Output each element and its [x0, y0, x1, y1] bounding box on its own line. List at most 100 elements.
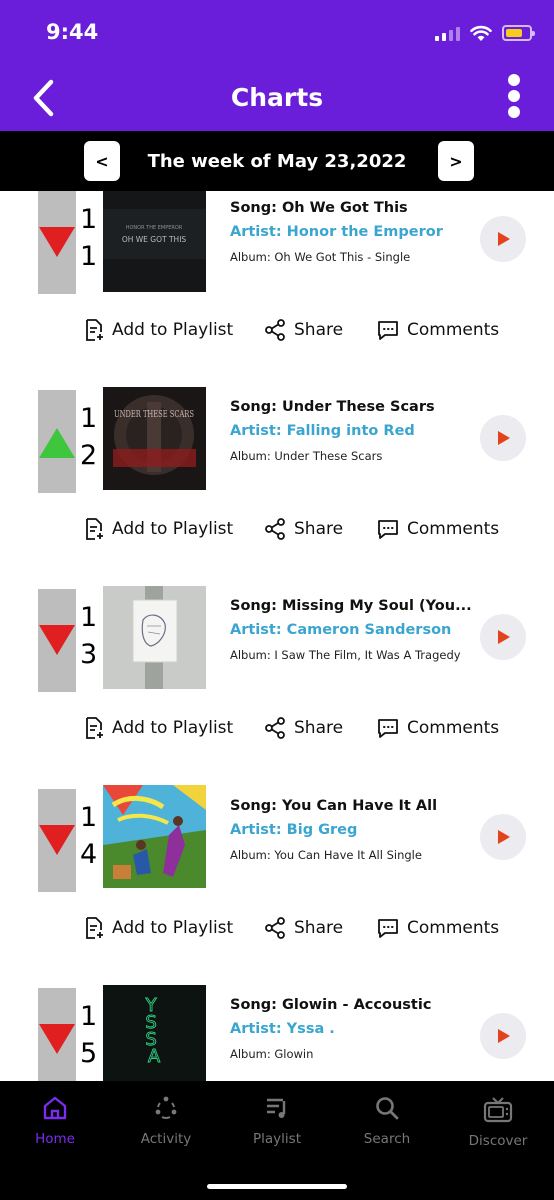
- comments-icon: [378, 321, 398, 340]
- tab-home[interactable]: Home: [10, 1095, 100, 1147]
- share-label: Share: [294, 718, 344, 738]
- share-icon: [265, 717, 285, 739]
- album-name: Album: Oh We Got This - Single: [230, 250, 411, 264]
- playlist-icon: [267, 1098, 286, 1118]
- chart-entry: 1 4 Song: You Can Have It All Artist: Bi…: [0, 785, 554, 989]
- album-art[interactable]: [103, 785, 206, 888]
- add-playlist-icon: [86, 319, 103, 341]
- search-icon: [376, 1097, 399, 1120]
- share-button[interactable]: Share: [264, 913, 343, 943]
- page-title: Charts: [230, 83, 324, 112]
- album-art-text: Y S S A: [145, 995, 163, 1067]
- tab-discover[interactable]: Discover: [453, 1095, 543, 1149]
- rank-digit: 1: [80, 1001, 98, 1032]
- chart-list[interactable]: 1 1 HONOR THE EMPEROR OH WE GOT THIS Son…: [0, 191, 554, 1081]
- share-label: Share: [294, 320, 344, 340]
- week-selector: < The week of May 23,2022 >: [0, 131, 554, 191]
- tab-label: Activity: [140, 1131, 192, 1147]
- tab-search[interactable]: Search: [342, 1095, 432, 1147]
- comments-label: Comments: [407, 320, 500, 340]
- more-options-button[interactable]: [504, 74, 524, 118]
- tab-playlist[interactable]: Playlist: [232, 1095, 322, 1147]
- add-to-playlist-label: Add to Playlist: [112, 519, 234, 539]
- album-art[interactable]: Y S S A: [103, 985, 206, 1081]
- rank-digit: 4: [80, 839, 98, 870]
- comments-button[interactable]: Comments: [377, 315, 499, 345]
- artist-link[interactable]: Artist: Big Greg: [230, 822, 357, 838]
- previous-week-button[interactable]: <: [84, 141, 120, 181]
- chart-entry: 1 3 Song: Missing My Soul (You... Artist…: [0, 586, 554, 789]
- next-week-button[interactable]: >: [438, 141, 474, 181]
- album-art-image: [103, 586, 206, 689]
- album-art-text: UNDER THESE SCARS: [114, 410, 194, 420]
- comments-icon: [378, 919, 398, 938]
- add-to-playlist-button[interactable]: Add to Playlist: [84, 713, 233, 743]
- add-to-playlist-label: Add to Playlist: [112, 320, 234, 340]
- album-name: Album: Under These Scars: [230, 449, 383, 463]
- add-playlist-icon: [86, 717, 103, 739]
- add-to-playlist-button[interactable]: Add to Playlist: [84, 913, 233, 943]
- add-playlist-icon: [86, 518, 103, 540]
- rank-digit: 1: [80, 204, 98, 235]
- comments-button[interactable]: Comments: [377, 514, 499, 544]
- rank-digit: 1: [80, 241, 98, 272]
- entry-actions: Add to Playlist Share Comments: [0, 315, 554, 345]
- more-dot: [508, 74, 520, 86]
- entry-actions: Add to Playlist Share Comments: [0, 713, 554, 743]
- album-art[interactable]: [103, 586, 206, 689]
- share-button[interactable]: Share: [264, 713, 343, 743]
- comments-label: Comments: [407, 519, 500, 539]
- add-to-playlist-label: Add to Playlist: [112, 918, 234, 938]
- share-label: Share: [294, 519, 344, 539]
- trend-indicator: [38, 390, 76, 493]
- album-art-image: Y S S A: [103, 985, 206, 1081]
- album-art-image: [103, 785, 206, 888]
- album-name: Album: You Can Have It All Single: [230, 848, 422, 862]
- artist-link[interactable]: Artist: Yssa .: [230, 1021, 335, 1037]
- tab-label: Discover: [468, 1133, 528, 1149]
- song-title: Song: You Can Have It All: [230, 798, 438, 814]
- album-art[interactable]: UNDER THESE SCARS: [103, 387, 206, 490]
- week-label: The week of May 23,2022: [147, 151, 407, 172]
- add-to-playlist-button[interactable]: Add to Playlist: [84, 514, 233, 544]
- play-button[interactable]: [480, 1013, 526, 1059]
- entry-actions: Add to Playlist Share Comments: [0, 514, 554, 544]
- album-art[interactable]: HONOR THE EMPEROR OH WE GOT THIS: [103, 191, 206, 292]
- share-button[interactable]: Share: [264, 514, 343, 544]
- artist-link[interactable]: Artist: Honor the Emperor: [230, 224, 443, 240]
- song-title: Song: Missing My Soul (You...: [230, 598, 472, 614]
- home-indicator[interactable]: [207, 1184, 347, 1189]
- share-button[interactable]: Share: [264, 315, 343, 345]
- status-icons: [435, 22, 535, 44]
- comments-button[interactable]: Comments: [377, 913, 499, 943]
- album-art-image: HONOR THE EMPEROR OH WE GOT THIS: [103, 191, 206, 292]
- comments-icon: [378, 719, 398, 738]
- play-button[interactable]: [480, 216, 526, 262]
- status-time: 9:44: [46, 20, 99, 44]
- rank-digit: 1: [80, 403, 98, 434]
- add-to-playlist-button[interactable]: Add to Playlist: [84, 315, 233, 345]
- trend-down-icon: [39, 1024, 75, 1054]
- play-button[interactable]: [480, 415, 526, 461]
- tab-bar: Home Activity Playlist Search Discover: [0, 1081, 554, 1200]
- share-icon: [265, 518, 285, 540]
- album-art-subtext: HONOR THE EMPEROR: [126, 225, 183, 231]
- song-title: Song: Under These Scars: [230, 399, 435, 415]
- tab-label: Search: [363, 1131, 411, 1147]
- artist-link[interactable]: Artist: Cameron Sanderson: [230, 622, 451, 638]
- play-button[interactable]: [480, 814, 526, 860]
- comments-button[interactable]: Comments: [377, 713, 499, 743]
- add-playlist-icon: [86, 917, 103, 939]
- cellular-signal-icon: [435, 25, 460, 41]
- tab-activity[interactable]: Activity: [121, 1095, 211, 1147]
- app-root: 9:44 Charts < The week of May 23,2022 > …: [0, 0, 554, 1200]
- album-name: Album: Glowin: [230, 1047, 314, 1061]
- tv-icon: [483, 1097, 513, 1123]
- play-button[interactable]: [480, 614, 526, 660]
- chart-entry: 1 2 UNDER THESE SCARS Song: Under These …: [0, 387, 554, 590]
- artist-link[interactable]: Artist: Falling into Red: [230, 423, 415, 439]
- battery-icon: [502, 25, 535, 41]
- comments-label: Comments: [407, 918, 500, 938]
- rank-digit: 2: [80, 440, 98, 471]
- song-title: Song: Glowin - Accoustic: [230, 997, 432, 1013]
